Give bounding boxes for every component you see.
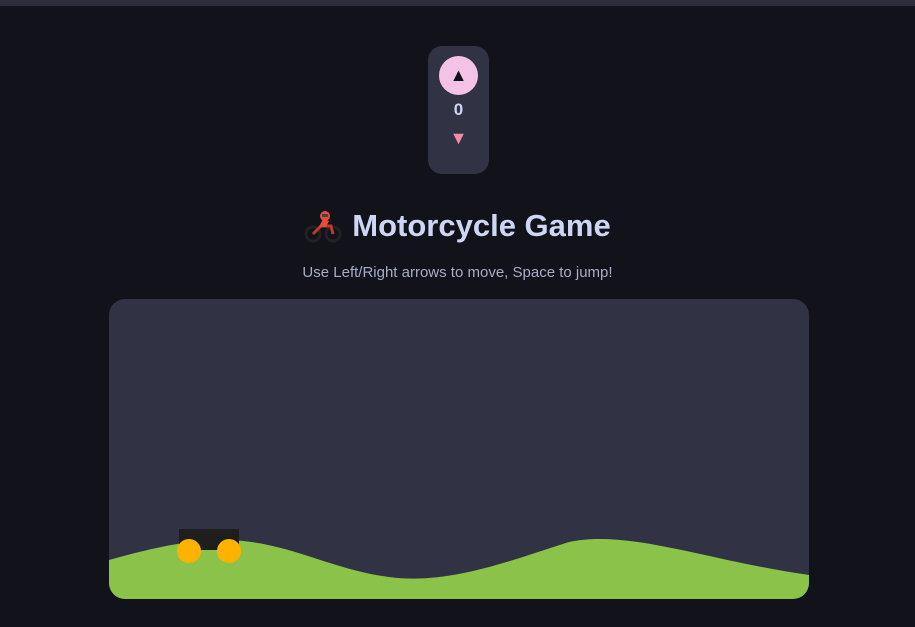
front-wheel (217, 539, 241, 563)
game-scene (109, 529, 809, 599)
game-canvas[interactable] (109, 299, 809, 599)
downvote-button[interactable]: ▼ (428, 128, 489, 149)
vote-widget: ▲ 0 ▼ (428, 46, 489, 174)
page-title: Motorcycle Game (0, 208, 915, 244)
upvote-button[interactable]: ▲ (439, 56, 478, 95)
motorcycle-emoji-icon (304, 209, 342, 243)
instructions-text: Use Left/Right arrows to move, Space to … (302, 264, 613, 281)
page-title-text: Motorcycle Game (352, 208, 611, 243)
vote-count: 0 (453, 100, 464, 119)
rear-wheel (177, 539, 201, 563)
top-bar (0, 0, 915, 6)
